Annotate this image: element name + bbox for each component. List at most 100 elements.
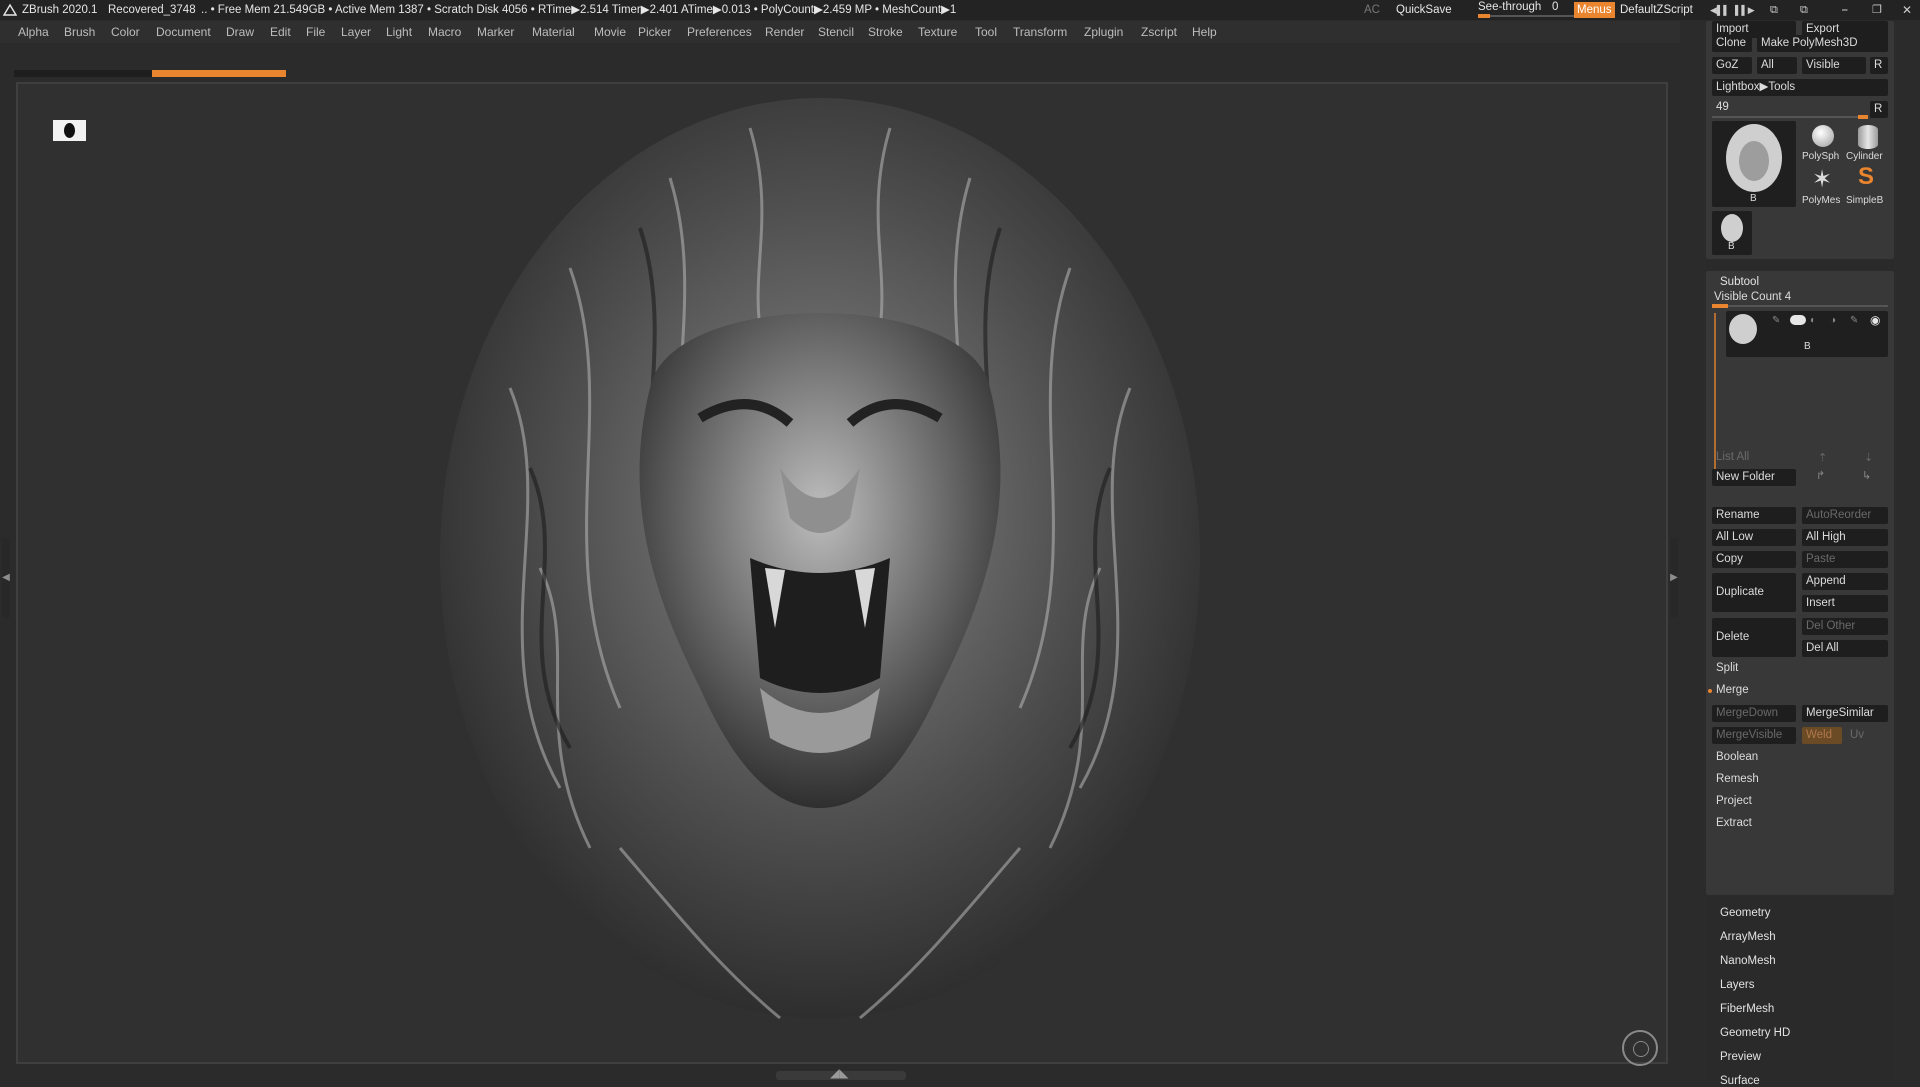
- move-up-arrow-icon[interactable]: ⇡: [1818, 451, 1827, 464]
- menu-draw[interactable]: Draw: [226, 21, 254, 43]
- project-section[interactable]: Project: [1716, 795, 1752, 807]
- chevron-up-down-icon[interactable]: ◢◣: [830, 1066, 848, 1080]
- paste-button[interactable]: Paste: [1802, 551, 1888, 568]
- menu-color[interactable]: Color: [111, 21, 140, 43]
- brush-icon[interactable]: ✎: [1772, 315, 1780, 326]
- all-high-button[interactable]: All High: [1802, 529, 1888, 546]
- autoreorder-button[interactable]: AutoReorder: [1802, 507, 1888, 524]
- preview-section[interactable]: Preview: [1720, 1051, 1761, 1063]
- visible-count-slider[interactable]: Visible Count 4: [1714, 291, 1791, 303]
- uv-toggle[interactable]: Uv: [1846, 727, 1888, 744]
- menu-render[interactable]: Render: [765, 21, 804, 43]
- del-other-button[interactable]: Del Other: [1802, 618, 1888, 635]
- subtool-title[interactable]: Subtool: [1720, 276, 1759, 288]
- goz-r-button[interactable]: R: [1870, 57, 1888, 74]
- insert-button[interactable]: Insert: [1802, 595, 1888, 612]
- folder-in-icon[interactable]: ↱: [1816, 469, 1825, 482]
- del-all-button[interactable]: Del All: [1802, 640, 1888, 657]
- menu-document[interactable]: Document: [156, 21, 211, 43]
- polypaint-icon[interactable]: ◐: [1810, 315, 1816, 326]
- mergevisible-button[interactable]: MergeVisible: [1712, 727, 1796, 744]
- window-tile-icon[interactable]: ⧉: [1800, 0, 1808, 20]
- polysphere-tool[interactable]: PolySph: [1802, 123, 1842, 167]
- menu-marker[interactable]: Marker: [477, 21, 514, 43]
- layout-left-icon[interactable]: ◀▌▌: [1710, 0, 1730, 20]
- material-icon[interactable]: ◑: [1830, 315, 1836, 326]
- menu-material[interactable]: Material: [532, 21, 575, 43]
- geometry-hd-section[interactable]: Geometry HD: [1720, 1027, 1790, 1039]
- surface-section[interactable]: Surface: [1720, 1075, 1760, 1087]
- fibermesh-section[interactable]: FiberMesh: [1720, 1003, 1774, 1015]
- menu-stroke[interactable]: Stroke: [868, 21, 903, 43]
- menu-preferences[interactable]: Preferences: [687, 21, 752, 43]
- subtool-list-item[interactable]: ✎ ◐ ◑ ✎ ◉ B: [1726, 311, 1888, 357]
- navigation-circle-icon[interactable]: [1622, 1030, 1658, 1066]
- arraymesh-section[interactable]: ArrayMesh: [1720, 931, 1776, 943]
- menu-brush[interactable]: Brush: [64, 21, 95, 43]
- menu-macro[interactable]: Macro: [428, 21, 461, 43]
- visibility-eye-icon[interactable]: ◉: [1870, 313, 1880, 327]
- menu-light[interactable]: Light: [386, 21, 412, 43]
- layout-right-icon[interactable]: ▌▌▶: [1735, 0, 1755, 20]
- menu-picker[interactable]: Picker: [638, 21, 671, 43]
- merge-section[interactable]: Merge: [1716, 684, 1749, 696]
- mergedown-button[interactable]: MergeDown: [1712, 705, 1796, 722]
- edit-icon[interactable]: ✎: [1850, 315, 1858, 326]
- geometry-section[interactable]: Geometry: [1720, 907, 1771, 919]
- menu-file[interactable]: File: [306, 21, 325, 43]
- lion-head-sculpt[interactable]: [420, 88, 1220, 1048]
- list-all-button[interactable]: List All: [1712, 449, 1796, 466]
- lightbox-tools-button[interactable]: Lightbox▶Tools: [1712, 79, 1888, 96]
- nanomesh-section[interactable]: NanoMesh: [1720, 955, 1776, 967]
- menu-edit[interactable]: Edit: [270, 21, 291, 43]
- remesh-section[interactable]: Remesh: [1716, 773, 1759, 785]
- small-tool-thumbnail[interactable]: B: [1712, 211, 1752, 255]
- menu-transform[interactable]: Transform: [1013, 21, 1067, 43]
- rename-button[interactable]: Rename: [1712, 507, 1796, 524]
- menu-movie[interactable]: Movie: [594, 21, 626, 43]
- new-folder-button[interactable]: New Folder: [1712, 469, 1796, 486]
- copy-button[interactable]: Copy: [1712, 551, 1796, 568]
- menu-zscript[interactable]: Zscript: [1141, 21, 1177, 43]
- menu-tool[interactable]: Tool: [975, 21, 997, 43]
- menu-stencil[interactable]: Stencil: [818, 21, 854, 43]
- layers-section[interactable]: Layers: [1720, 979, 1755, 991]
- delete-button[interactable]: Delete: [1712, 618, 1796, 657]
- goz-button[interactable]: GoZ: [1712, 57, 1752, 74]
- weld-toggle[interactable]: Weld: [1802, 727, 1842, 744]
- menu-layer[interactable]: Layer: [341, 21, 371, 43]
- split-section[interactable]: Split: [1716, 662, 1738, 674]
- clone-button[interactable]: Clone: [1712, 35, 1752, 52]
- close-icon[interactable]: ✕: [1902, 0, 1912, 20]
- eye-icon[interactable]: [53, 120, 86, 141]
- goz-all-button[interactable]: All: [1757, 57, 1797, 74]
- goz-visible-button[interactable]: Visible: [1802, 57, 1866, 74]
- simplebrush-tool[interactable]: S SimpleB: [1846, 163, 1890, 211]
- make-polymesh3d-button[interactable]: Make PolyMesh3D: [1757, 35, 1888, 52]
- duplicate-button[interactable]: Duplicate: [1712, 573, 1796, 612]
- quicksave-button[interactable]: QuickSave: [1396, 0, 1452, 20]
- all-low-button[interactable]: All Low: [1712, 529, 1796, 546]
- menu-alpha[interactable]: Alpha: [18, 21, 49, 43]
- window-layout-icon[interactable]: ⧉: [1770, 0, 1778, 20]
- right-tray-toggle[interactable]: ▶: [1670, 538, 1678, 618]
- menu-texture[interactable]: Texture: [918, 21, 957, 43]
- menu-zplugin[interactable]: Zplugin: [1084, 21, 1123, 43]
- toggle-icon[interactable]: [1790, 315, 1806, 325]
- mergesimilar-button[interactable]: MergeSimilar: [1802, 705, 1888, 722]
- polymesh-star-tool[interactable]: ✶ PolyMes: [1802, 166, 1842, 211]
- tool-slider[interactable]: 49: [1712, 101, 1868, 119]
- tool-slider-r-button[interactable]: R: [1870, 101, 1888, 118]
- folder-out-icon[interactable]: ↳: [1862, 469, 1871, 482]
- cylinder-tool[interactable]: Cylinder: [1846, 123, 1890, 167]
- move-down-arrow-icon[interactable]: ⇣: [1864, 451, 1873, 464]
- boolean-section[interactable]: Boolean: [1716, 751, 1758, 763]
- restore-icon[interactable]: ❐: [1872, 0, 1882, 20]
- append-button[interactable]: Append: [1802, 573, 1888, 590]
- default-zscript-button[interactable]: DefaultZScript: [1620, 0, 1693, 20]
- menus-toggle-button[interactable]: Menus: [1574, 2, 1615, 18]
- minimize-icon[interactable]: ⎯: [1842, 0, 1848, 20]
- left-tray-toggle[interactable]: ◀: [2, 538, 10, 618]
- menu-help[interactable]: Help: [1192, 21, 1217, 43]
- extract-section[interactable]: Extract: [1716, 817, 1752, 829]
